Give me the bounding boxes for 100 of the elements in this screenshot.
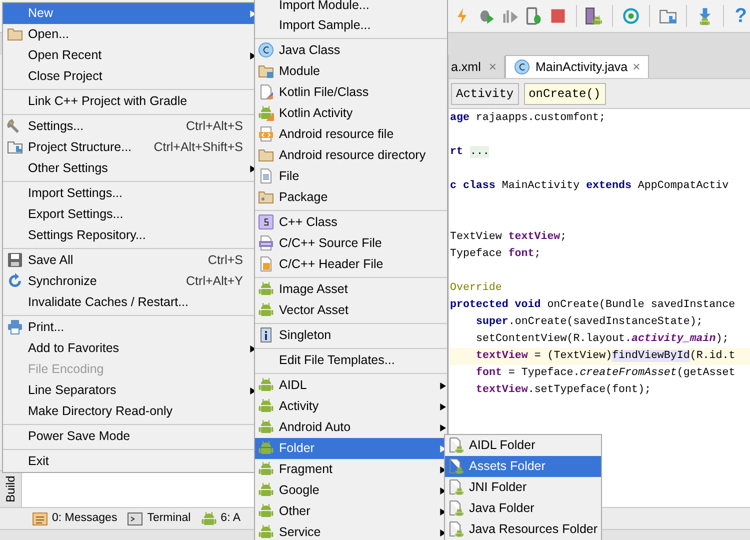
menu-item[interactable]: Vector Asset (255, 300, 447, 321)
menu-item[interactable]: Settings... Ctrl+Alt+S (3, 116, 257, 137)
menu-item[interactable]: Synchronize Ctrl+Alt+Y (3, 271, 257, 292)
close-icon[interactable]: × (632, 57, 640, 77)
menu-item[interactable]: Java Resources Folder (445, 519, 601, 540)
menu-item[interactable]: AIDL Folder (445, 435, 601, 456)
tool-window-button[interactable]: Terminal (127, 508, 191, 528)
menu-item[interactable]: Make Directory Read-only (3, 401, 257, 422)
android-icon (258, 377, 274, 393)
android-icon (258, 302, 274, 318)
menu-item[interactable]: Android resource file (255, 124, 447, 145)
menu-item[interactable]: Import Module... (255, 0, 447, 15)
menu-item[interactable]: Line Separators (3, 380, 257, 401)
menu-item[interactable]: Invalidate Caches / Restart... (3, 292, 257, 313)
class-icon (258, 42, 274, 58)
menu-item[interactable]: AIDL (255, 375, 447, 396)
code-line: protected void onCreate(Bundle savedInstance (450, 298, 736, 313)
code-line: c class MainActivity extends AppCompatActiv (450, 179, 729, 194)
editor-tab[interactable]: a.xml × (451, 56, 506, 78)
code-line: rt ... (450, 145, 490, 160)
menu-item[interactable]: Edit File Templates... (255, 350, 447, 371)
code-line: textView.setTypeface(font); (475, 383, 651, 398)
menu-item[interactable]: Link C++ Project with Gradle (3, 91, 257, 112)
menu-item[interactable]: Folder (255, 438, 447, 459)
code-line: super.onCreate(savedInstanceState); (475, 315, 703, 330)
xml-file-icon (258, 126, 274, 142)
cpp-file-icon (258, 235, 274, 251)
code-line: setContentView(R.layout.activity_main); (475, 332, 729, 347)
menu-item[interactable]: Android resource directory (255, 145, 447, 166)
menu-item[interactable]: Java Folder (445, 498, 601, 519)
menu-item[interactable]: Open Recent (3, 45, 257, 66)
menu-item[interactable]: Other (255, 501, 447, 522)
menu-item[interactable]: Image Asset (255, 279, 447, 300)
menu-item[interactable]: C++ Class (255, 212, 447, 233)
singleton-file-icon (258, 327, 274, 343)
menu-item[interactable]: Fragment (255, 459, 447, 480)
cpp-class-icon (258, 214, 274, 230)
menu-item[interactable]: Add to Favorites (3, 338, 257, 359)
code-line: TextView textView; (450, 230, 567, 245)
menu-item[interactable]: Other Settings (3, 158, 257, 179)
menu-item[interactable]: Import Sample... (255, 15, 447, 36)
messages-icon (32, 510, 48, 526)
menu-item[interactable]: Project Structure... Ctrl+Alt+Shift+S (3, 137, 257, 158)
android-icon (258, 281, 274, 297)
printer-icon (7, 319, 23, 335)
package-folder-icon (258, 189, 274, 205)
breadcrumb[interactable]: onCreate() (524, 82, 606, 104)
menu-item[interactable]: Singleton (255, 325, 447, 346)
android-file-icon (448, 500, 464, 516)
menu-item[interactable]: Close Project (3, 66, 257, 87)
module-folder-icon (258, 63, 274, 79)
tool-window-button[interactable]: 6: A (200, 508, 240, 528)
folder-grid-icon (659, 7, 678, 25)
menu-item[interactable]: Activity (255, 396, 447, 417)
android-file-icon (448, 458, 464, 474)
code-line: textView = (TextView)findViewById(R.id.t (475, 349, 736, 364)
menu-item[interactable]: Import Settings... (3, 183, 257, 204)
folder-grid-icon (7, 139, 23, 155)
android-icon (258, 398, 274, 414)
folder-icon (258, 147, 274, 163)
android-file-icon (448, 479, 464, 495)
kotlin-android-icon (258, 105, 274, 121)
code-line: font = Typeface.createFromAsset(getAsset (475, 366, 736, 381)
device-android-button[interactable] (584, 5, 604, 27)
menu-item[interactable]: Java Class (255, 40, 447, 61)
menu-item[interactable]: Save All Ctrl+S (3, 250, 257, 271)
menu-item[interactable]: Kotlin Activity (255, 103, 447, 124)
menu-item[interactable]: Module (255, 61, 447, 82)
folder-icon (7, 26, 23, 42)
menu-item[interactable]: Android Auto (255, 417, 447, 438)
menu-item[interactable]: Service (255, 522, 447, 540)
menu-item[interactable]: Print... (3, 317, 257, 338)
android-icon (258, 461, 274, 477)
android-icon (258, 440, 274, 456)
menu-item[interactable]: Assets Folder (445, 456, 601, 477)
code-line: Typeface font; (450, 247, 541, 262)
menu-item[interactable]: Google (255, 480, 447, 501)
menu-item[interactable]: Exit (3, 451, 257, 472)
menu-item[interactable]: Export Settings... (3, 204, 257, 225)
terminal-icon (127, 510, 144, 526)
android-icon (200, 510, 217, 526)
android-file-icon (448, 521, 464, 537)
menu-item[interactable]: C/C++ Source File (255, 233, 447, 254)
menu-item[interactable]: C/C++ Header File (255, 254, 447, 275)
menu-item[interactable]: Settings Repository... (3, 225, 257, 246)
menu-item[interactable]: Package (255, 187, 447, 208)
android-icon (258, 482, 274, 498)
menu-item[interactable]: JNI Folder (445, 477, 601, 498)
editor-tab[interactable]: MainActivity.java × (505, 55, 650, 78)
menu-item[interactable]: Kotlin File/Class (255, 82, 447, 103)
device-android-icon (585, 7, 604, 25)
menu-item[interactable]: Open... (3, 24, 257, 45)
menu-item[interactable]: File (255, 166, 447, 187)
tool-window-button[interactable]: 0: Messages (32, 508, 118, 528)
breadcrumb[interactable]: Activity (451, 82, 519, 104)
text-file-icon (258, 168, 274, 184)
menu-item[interactable]: Power Save Mode (3, 426, 257, 447)
android-icon (258, 524, 274, 540)
header-file-icon (258, 256, 274, 272)
menu-item[interactable]: New (3, 3, 257, 24)
